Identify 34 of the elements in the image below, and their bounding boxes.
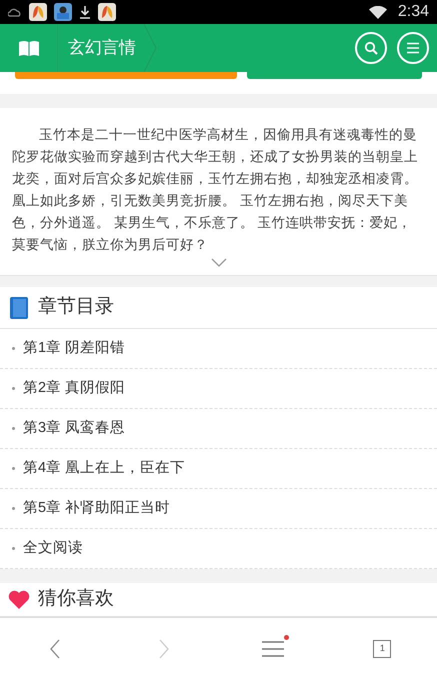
chapter-item[interactable]: 第3章 凤鸾春恩 (0, 409, 437, 449)
app-icon (29, 3, 47, 21)
bullet-icon (12, 507, 15, 510)
book-icon[interactable] (18, 40, 40, 56)
tab-count-button[interactable]: 1 (373, 640, 392, 658)
bullet-icon (12, 347, 15, 350)
menu-icon (406, 42, 420, 54)
bullet-icon (12, 547, 15, 550)
menu-button[interactable] (397, 32, 429, 64)
bullet-icon (12, 387, 15, 390)
chapter-item[interactable]: 第5章 补肾助阳正当时 (0, 489, 437, 529)
intro-paragraph: 玉竹本是二十一世纪中医学高材生，因偷用具有迷魂毒性的曼陀罗花做实验而穿越到古代大华王朝，还成了女扮男装的当朝皇上龙奕，面对后宫众多妃嫔佳丽，玉竹左拥右抱，却独宠丞相凌霄。 (12, 126, 419, 188)
app-icon (98, 3, 116, 21)
search-icon (364, 41, 378, 55)
chapter-item[interactable]: 第4章 凰上在上，臣在下 (0, 449, 437, 489)
heart-icon (8, 590, 30, 609)
section-title: 章节目录 (38, 295, 114, 320)
bullet-icon (12, 467, 15, 470)
menu-icon[interactable] (262, 640, 284, 658)
back-icon[interactable] (50, 638, 60, 658)
chapter-item[interactable]: 第2章 真阴假阳 (0, 369, 437, 409)
book-icon (10, 296, 28, 318)
clock-text: 2:34 (398, 2, 429, 22)
bullet-icon (12, 427, 15, 430)
intro-paragraph: 凰上如此多娇，引无数美男竞折腰。 玉竹左拥右抱，阅尽天下美色，分外逍遥。 某男生气，不乐意了。 玉竹连哄带安抚：爱妃，莫要气恼，朕立你为男后可好？ (12, 192, 413, 254)
app-icon (54, 3, 72, 21)
download-icon (79, 5, 91, 19)
section-title: 猜你喜欢 (38, 587, 114, 612)
forward-icon[interactable] (158, 638, 169, 658)
search-button[interactable] (355, 32, 387, 64)
chapter-item[interactable]: 第1章 阴差阳错 (0, 329, 437, 369)
chevron-down-icon[interactable] (210, 258, 226, 267)
weather-icon (8, 6, 22, 18)
wifi-icon (368, 6, 387, 18)
